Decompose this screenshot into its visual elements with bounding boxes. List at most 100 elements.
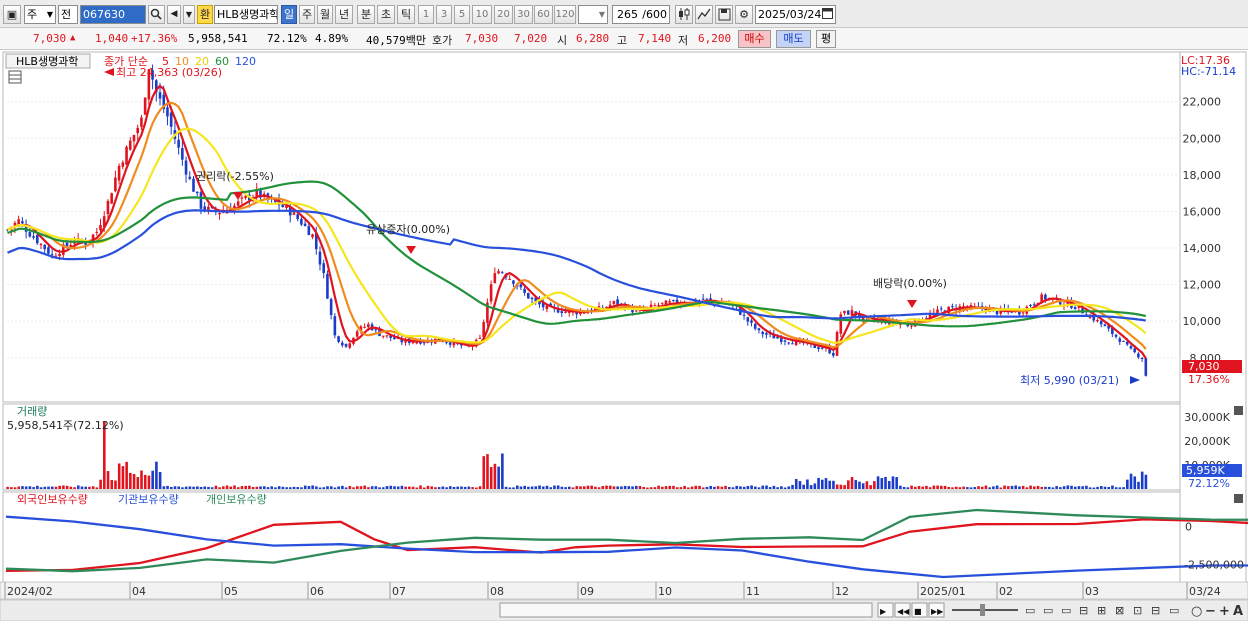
candle (65, 242, 69, 247)
volume-bar (549, 487, 553, 489)
volume-bar (229, 486, 233, 489)
close-icon[interactable] (1234, 406, 1243, 415)
volume-bar (921, 486, 925, 489)
horizontal-scrollbar[interactable] (499, 602, 873, 618)
legend-individual: 개인보유수량 (206, 493, 267, 506)
candle (50, 254, 54, 256)
volume-bar (750, 485, 753, 489)
volume-bar (679, 487, 683, 489)
volume-bar (839, 484, 843, 489)
volume-bar (571, 487, 575, 489)
candle (121, 162, 125, 167)
chart-tool-icon[interactable]: ▭ (1043, 604, 1053, 617)
chart-tool-icon[interactable]: ⊟ (1079, 604, 1088, 617)
candle (47, 247, 50, 254)
ex-rights-annotation: 권리락(-2.55%) (196, 170, 274, 183)
candle (374, 329, 378, 331)
volume-bar (203, 486, 207, 489)
candle (512, 280, 515, 284)
chart-tool-icon[interactable]: ⊠ (1115, 604, 1124, 617)
volume-bar (1118, 487, 1122, 489)
candle (1118, 338, 1122, 342)
volume-bar (151, 470, 154, 489)
chart-tool-icon[interactable]: ⊟ (1151, 604, 1160, 617)
zoom-icon[interactable]: ○ (1191, 604, 1202, 619)
volume-bar (352, 487, 355, 489)
candle (612, 301, 616, 304)
candle (787, 342, 790, 344)
volume-bar (73, 487, 76, 489)
volume-bar (411, 486, 415, 489)
candle (1133, 348, 1136, 353)
chart-tool-icon[interactable]: ▭ (1025, 604, 1035, 617)
last-volume-text: 5,959K (1186, 464, 1225, 477)
volume-bar (158, 471, 162, 489)
volume-bar (285, 487, 288, 489)
candle (1114, 334, 1118, 337)
volume-bar (62, 485, 65, 489)
volume-bar (456, 486, 460, 489)
volume-bar (210, 487, 214, 489)
volume-bar (1129, 473, 1133, 489)
candle (329, 299, 333, 315)
candle (203, 206, 206, 210)
volume-bar (437, 487, 441, 489)
volume-bar (370, 486, 374, 489)
candle (326, 273, 329, 299)
volume-bar (709, 485, 712, 489)
volume-bar (233, 485, 236, 489)
x-tick-label: 05 (224, 585, 238, 598)
candle (783, 340, 787, 342)
volume-bar (966, 487, 969, 489)
zoom-slider-handle[interactable] (980, 604, 985, 616)
candle (530, 297, 534, 300)
candle (445, 342, 448, 344)
chart-tool-icon[interactable]: ▭ (1169, 604, 1179, 617)
volume-bar (850, 477, 854, 489)
candle (701, 298, 705, 300)
chart-tool-icon[interactable]: ▭ (1061, 604, 1071, 617)
zoom-out-icon[interactable]: − (1205, 604, 1216, 619)
volume-bar (296, 487, 300, 489)
candle (110, 193, 113, 204)
volume-bar (184, 486, 188, 489)
volume-bar (192, 486, 195, 489)
volume-bar (698, 485, 701, 489)
volume-bar (36, 485, 39, 489)
candle (95, 231, 99, 233)
volume-bar (69, 486, 73, 489)
volume-bar (396, 486, 400, 489)
volume-bar (467, 486, 471, 489)
volume-bar (214, 485, 218, 489)
volume-bar (947, 486, 951, 489)
volume-bar (988, 487, 991, 489)
volume-bar (899, 485, 902, 489)
candle (1125, 341, 1129, 345)
x-tick-label: 2024/02 (7, 585, 53, 598)
zoom-in-icon[interactable]: + (1219, 604, 1230, 619)
chart-tool-icon[interactable]: ⊞ (1097, 604, 1106, 617)
volume-bar (1003, 485, 1006, 489)
volume-bar (742, 486, 746, 489)
volume-bar (348, 486, 352, 489)
candle (653, 305, 657, 307)
font-size-icon[interactable]: A (1233, 604, 1243, 619)
volume-bar (1059, 487, 1062, 489)
volume-bar (422, 487, 426, 489)
candle (322, 263, 325, 274)
volume-bar (363, 485, 367, 489)
candle (192, 178, 195, 192)
candle (1029, 304, 1032, 306)
candle (21, 221, 24, 224)
candle (1103, 324, 1107, 327)
volume-bar (515, 485, 519, 489)
close-icon[interactable] (1234, 494, 1243, 503)
table-icon[interactable] (8, 70, 22, 84)
volume-bar (1025, 487, 1029, 489)
volume-bar (17, 486, 21, 489)
stock-chart[interactable]: 22,000 20,000 18,000 16,000 14,000 12,000 10,0… (0, 0, 1248, 621)
chart-tool-icon[interactable]: ⊡ (1133, 604, 1142, 617)
stop-icon: ■ (914, 607, 922, 616)
candle (843, 310, 846, 314)
volume-bar (1092, 487, 1096, 489)
